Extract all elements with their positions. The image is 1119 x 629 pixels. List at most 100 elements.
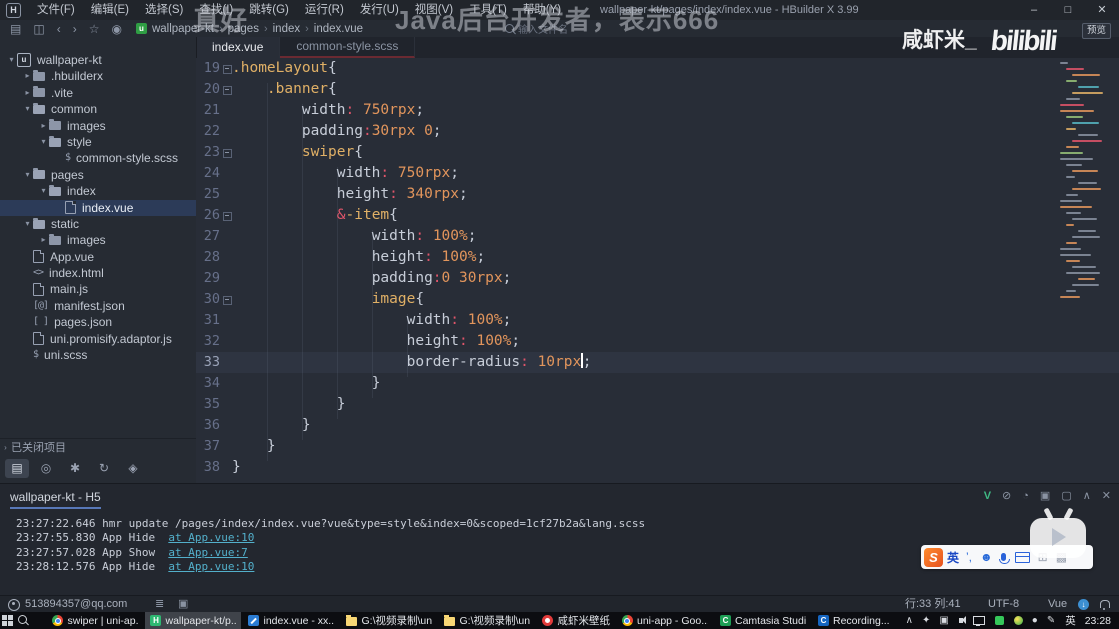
- tree-item-main.js[interactable]: main.js: [0, 281, 196, 297]
- tab-index.vue[interactable]: index.vue: [196, 37, 280, 58]
- breadcrumb-pages[interactable]: pages: [228, 23, 259, 35]
- code-line-28[interactable]: 28 height: 100%;: [196, 247, 1119, 268]
- project-explorer-icon[interactable]: ▤: [5, 459, 29, 478]
- tree-item-common[interactable]: ▾common: [0, 101, 196, 117]
- code-line-24[interactable]: 24 width: 750rpx;: [196, 163, 1119, 184]
- refresh-icon[interactable]: ↻: [92, 459, 116, 478]
- find-in-files-icon[interactable]: ◎: [34, 459, 58, 478]
- code-editor[interactable]: 19.homeLayout{20 .banner{21 width: 750rp…: [196, 58, 1119, 483]
- tree-arrow-icon[interactable]: ▾: [22, 167, 33, 183]
- menu-item-6[interactable]: 发行(U): [352, 0, 407, 20]
- keyboard-icon[interactable]: [1015, 552, 1030, 563]
- taskbar-clock[interactable]: 23:28: [1085, 615, 1111, 627]
- taskbar-recorder-button[interactable]: CRecording...: [813, 612, 895, 629]
- preview-button[interactable]: 预览: [1082, 23, 1111, 39]
- code-line-33[interactable]: 33 border-radius: 10rpx;: [196, 352, 1119, 373]
- favorite-icon[interactable]: ☆: [89, 21, 100, 37]
- code-line-25[interactable]: 25 height: 340rpx;: [196, 184, 1119, 205]
- tree-item-uni.scss[interactable]: $uni.scss: [0, 347, 196, 363]
- file-search[interactable]: 输入文件名: [505, 21, 568, 36]
- taskbar-folder-button[interactable]: G:\视频录制\uni...: [341, 612, 437, 629]
- window-icon[interactable]: ▢: [1061, 489, 1071, 502]
- tree-item-index.vue[interactable]: index.vue: [0, 200, 196, 216]
- minimize-button[interactable]: –: [1017, 0, 1051, 20]
- camtasia-tray-icon[interactable]: [995, 616, 1004, 625]
- tree-arrow-icon[interactable]: ▾: [38, 134, 49, 150]
- menu-item-2[interactable]: 选择(S): [137, 0, 191, 20]
- identifier-icon[interactable]: ◈: [121, 459, 145, 478]
- close-panel-icon[interactable]: ✕: [1102, 489, 1111, 502]
- taskbar-chrome-button[interactable]: uni-app - Goo...: [617, 612, 713, 629]
- tray-icon[interactable]: ✎: [1047, 615, 1055, 626]
- emoji-icon[interactable]: ☻: [980, 550, 993, 564]
- menu-item-4[interactable]: 跳转(G): [241, 0, 297, 20]
- tree-item-pages[interactable]: ▾pages: [0, 167, 196, 183]
- volume-icon[interactable]: [959, 618, 963, 623]
- code-line-35[interactable]: 35 }: [196, 394, 1119, 415]
- menu-item-5[interactable]: 运行(R): [297, 0, 352, 20]
- closed-projects-row[interactable]: › 已关闭项目: [0, 438, 196, 455]
- code-line-32[interactable]: 32 height: 100%;: [196, 331, 1119, 352]
- tree-item-index[interactable]: ▾index: [0, 183, 196, 199]
- new-file-icon[interactable]: ▤: [10, 21, 21, 37]
- code-line-30[interactable]: 30 image{: [196, 289, 1119, 310]
- tree-arrow-icon[interactable]: ▾: [6, 52, 17, 68]
- console-tab[interactable]: wallpaper-kt - H5: [10, 490, 101, 509]
- antivirus-tray-icon[interactable]: [1014, 616, 1023, 625]
- code-line-34[interactable]: 34 }: [196, 373, 1119, 394]
- tree-arrow-icon[interactable]: ▸: [38, 118, 49, 134]
- code-line-38[interactable]: 38}: [196, 457, 1119, 478]
- code-line-29[interactable]: 29 padding:0 30rpx;: [196, 268, 1119, 289]
- tray-expand-icon[interactable]: ∧: [906, 615, 913, 626]
- fold-marker[interactable]: [220, 205, 232, 226]
- nav-forward-icon[interactable]: ›: [73, 21, 77, 37]
- menu-item-1[interactable]: 编辑(E): [83, 0, 137, 20]
- collapse-panel-icon[interactable]: ∧: [1083, 489, 1091, 502]
- code-line-23[interactable]: 23 swiper{: [196, 142, 1119, 163]
- vue-version-icon[interactable]: V: [984, 490, 991, 502]
- fold-marker[interactable]: [220, 58, 232, 79]
- taskbar-camtasia-button[interactable]: CCamtasia Studi...: [715, 612, 811, 629]
- tree-arrow-icon[interactable]: ▸: [22, 85, 33, 101]
- tab-common-style.scss[interactable]: common-style.scss: [280, 37, 415, 58]
- menu-item-0[interactable]: 文件(F): [29, 0, 83, 20]
- taskbar-vscode-button[interactable]: index.vue - xx...: [243, 612, 339, 629]
- info-icon[interactable]: ⊘: [1002, 489, 1011, 502]
- debug-icon[interactable]: ✱: [63, 459, 87, 478]
- tree-item-static[interactable]: ▾static: [0, 216, 196, 232]
- code-line-19[interactable]: 19.homeLayout{: [196, 58, 1119, 79]
- ime-grid-icon[interactable]: ▩: [1056, 550, 1067, 564]
- taskbar-search-button[interactable]: [16, 615, 30, 627]
- tree-arrow-icon[interactable]: ▸: [22, 68, 33, 84]
- close-button[interactable]: ✕: [1085, 0, 1119, 20]
- breadcrumb-wallpaper-kt[interactable]: wallpaper-kt: [152, 23, 214, 35]
- tree-item-common-style.scss[interactable]: $common-style.scss: [0, 150, 196, 166]
- menu-item-8[interactable]: 工具(T): [461, 0, 515, 20]
- tree-item-.hbuilderx[interactable]: ▸.hbuilderx: [0, 68, 196, 84]
- nav-back-icon[interactable]: ‹: [57, 21, 61, 37]
- cursor-position[interactable]: 行:33 列:41: [905, 596, 961, 613]
- tree-item-images[interactable]: ▸images: [0, 232, 196, 248]
- code-line-36[interactable]: 36 }: [196, 415, 1119, 436]
- code-line-26[interactable]: 26 &-item{: [196, 205, 1119, 226]
- fold-marker[interactable]: [220, 142, 232, 163]
- ime-more-icon[interactable]: ⊞: [1038, 550, 1048, 564]
- tray-image-icon[interactable]: ▣: [939, 615, 948, 626]
- tree-arrow-icon[interactable]: ▾: [22, 216, 33, 232]
- menu-item-7[interactable]: 视图(V): [407, 0, 461, 20]
- taskbar-folder-button[interactable]: G:\视频录制\uni...: [439, 612, 535, 629]
- code-line-22[interactable]: 22 padding:30rpx 0;: [196, 121, 1119, 142]
- notification-bell-icon[interactable]: [1100, 600, 1110, 608]
- fold-marker[interactable]: [220, 289, 232, 310]
- start-button[interactable]: [0, 612, 16, 629]
- menu-item-3[interactable]: 查找(I): [191, 0, 241, 20]
- image-preview-icon[interactable]: ▣: [178, 596, 188, 613]
- mic-icon[interactable]: [1001, 553, 1006, 561]
- stop-icon[interactable]: ▣: [1040, 489, 1050, 502]
- account-info[interactable]: 513894357@qq.com: [8, 596, 127, 613]
- code-line-21[interactable]: 21 width: 750rpx;: [196, 100, 1119, 121]
- menu-item-9[interactable]: 帮助(Y): [515, 0, 569, 20]
- code-line-20[interactable]: 20 .banner{: [196, 79, 1119, 100]
- taskbar-ime-indicator[interactable]: 英: [1065, 613, 1076, 628]
- tree-arrow-icon[interactable]: ▾: [22, 101, 33, 117]
